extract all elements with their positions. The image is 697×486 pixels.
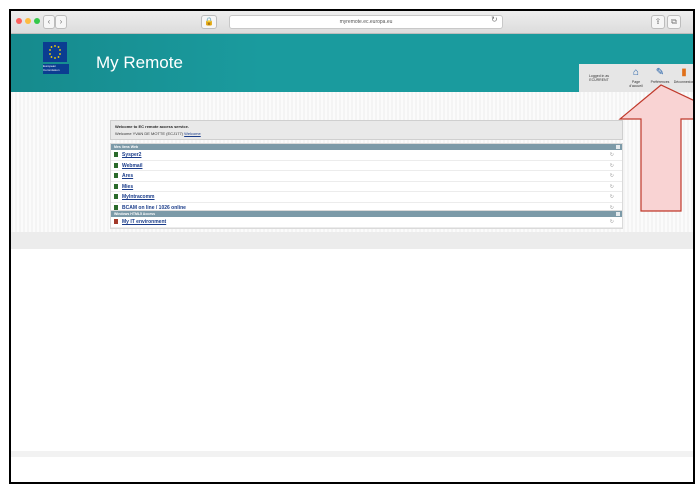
screenshot-frame: ‹ › 🔒 myremote.ec.europa.eu ↻ ⇪ ⧉ Europe… xyxy=(9,9,695,484)
annotation-arrow xyxy=(618,84,693,212)
arrow-shape xyxy=(618,84,693,212)
